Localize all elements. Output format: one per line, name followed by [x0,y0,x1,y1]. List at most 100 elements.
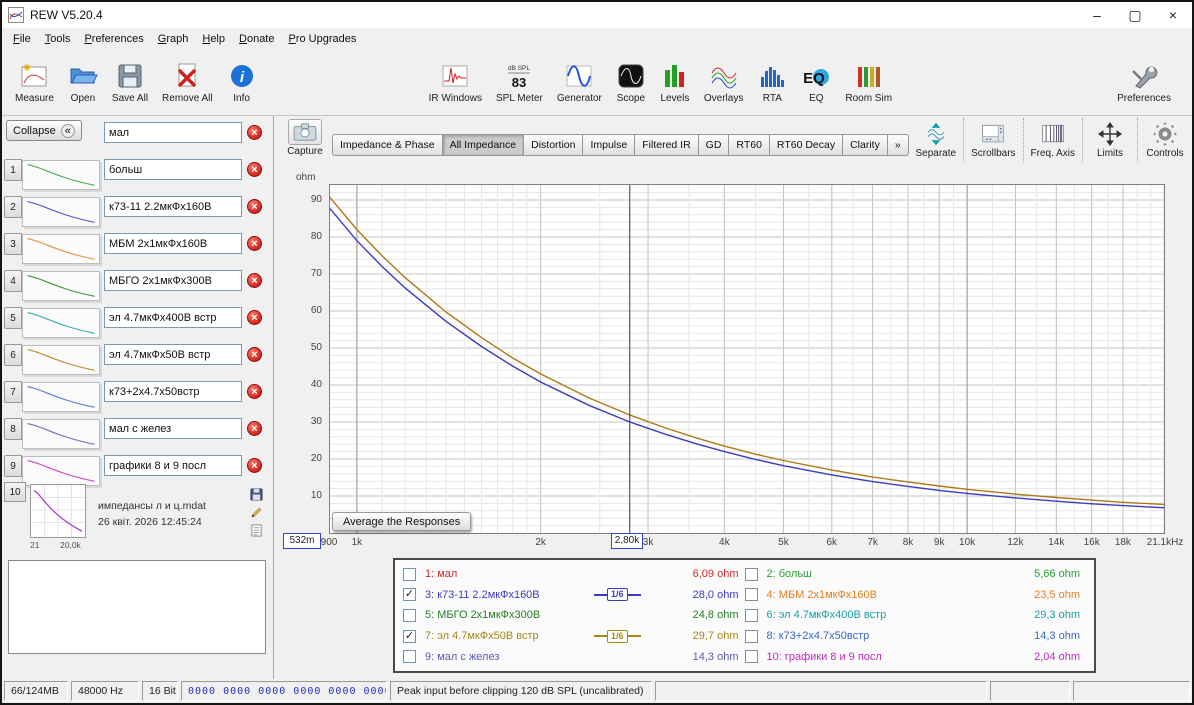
toolbar-spl-meter-button[interactable]: dB SPL 83 SPL Meter [489,58,550,107]
legend-checkbox[interactable] [744,588,758,602]
toolbar-info-button[interactable]: i Info [220,58,264,107]
delete-measurement-button[interactable]: × [247,384,262,399]
measurement-row-4: 3× [2,231,274,268]
graph-tab-impulse[interactable]: Impulse [583,134,636,156]
measurement-name-input[interactable] [104,196,242,217]
minimize-button[interactable]: – [1078,2,1116,28]
legend-checkbox[interactable] [403,567,416,581]
toolbar-room-sim-button[interactable]: Room Sim [838,58,899,107]
delete-measurement-button[interactable]: × [247,273,262,288]
measurement-name-input[interactable] [104,418,242,439]
menu-preferences[interactable]: Preferences [77,30,150,48]
measurement-name-input[interactable] [104,233,242,254]
graph-tab-filtered-ir[interactable]: Filtered IR [635,134,699,156]
measurement-tab-6[interactable]: 6 [4,344,22,366]
toolbar-ir-windows-button[interactable]: IR Windows [422,58,489,107]
average-responses-button[interactable]: Average the Responses [332,512,472,531]
graph-tab-impedance-phase[interactable]: Impedance & Phase [332,134,443,156]
measurement-tab-7[interactable]: 7 [4,381,22,403]
toolbar-measure-button[interactable]: Measure [8,58,61,107]
graph-tab-rt60[interactable]: RT60 [729,134,770,156]
impedance-plot[interactable] [329,184,1165,534]
rew-window: REW V5.20.4 – ▢ × File Tools Preferences Gr… [0,0,1194,705]
y-tick-30: 30 [310,416,322,427]
legend-checkbox[interactable] [744,567,758,581]
toolbar-ir-windows-label: IR Windows [428,93,482,104]
menu-pro-upgrades[interactable]: Pro Upgrades [281,30,363,48]
smoothing-indicator[interactable]: 1/6 [593,588,641,602]
measurement-tab-10[interactable]: 10 [4,482,26,502]
delete-measurement-button[interactable]: × [247,310,262,325]
maximize-button[interactable]: ▢ [1116,2,1154,28]
toolbar-save-all-button[interactable]: Save All [105,58,155,107]
graph-controls-button[interactable]: Controls [1142,121,1188,159]
graph-tab-distortion[interactable]: Distortion [524,134,584,156]
measurement-tab-2[interactable]: 2 [4,196,22,218]
measurement-name-input[interactable] [104,270,242,291]
close-button[interactable]: × [1154,2,1192,28]
measurement-tab-1[interactable]: 1 [4,159,22,181]
status-bar: 66/124MB 48000 Hz 16 Bit 0000 0000 0000 000… [2,679,1192,703]
measurement-tab-8[interactable]: 8 [4,418,22,440]
measurement-name-input[interactable] [104,159,242,180]
delete-measurement-button[interactable]: × [247,236,262,251]
menu-help[interactable]: Help [195,30,232,48]
legend-checkbox[interactable] [403,650,416,664]
legend-cursor-value: 24,8 ohm [692,609,739,622]
notes-icon[interactable] [250,524,263,537]
measurement-name-input[interactable] [104,455,242,476]
graph-limits-button[interactable]: Limits [1087,121,1133,159]
toolbar-preferences-button[interactable]: Preferences [1110,58,1178,107]
save-icon[interactable] [250,488,263,501]
legend-checkbox[interactable] [744,650,758,664]
toolbar-generator-button[interactable]: Generator [550,58,609,107]
pencil-icon[interactable] [250,506,263,519]
toolbar-levels-button[interactable]: Levels [653,58,697,107]
measurement-name-input[interactable] [104,307,242,328]
measurement-row-3: 2× [2,194,274,231]
legend-checkbox[interactable] [403,608,416,622]
menu-tools[interactable]: Tools [38,30,78,48]
graph-scrollbars-button[interactable]: Scrollbars [968,121,1018,159]
delete-measurement-button[interactable]: × [247,125,262,140]
x-tick-10k: 10k [959,537,976,548]
graph-tab-all-impedance[interactable]: All Impedance [442,134,525,156]
toolbar-rta-button[interactable]: RTA [750,58,794,107]
toolbar-eq-button[interactable]: EQ EQ [794,58,838,107]
delete-measurement-button[interactable]: × [247,162,262,177]
legend-checkbox[interactable] [744,629,758,643]
legend-checkbox[interactable] [744,608,758,622]
measurement-tab-5[interactable]: 5 [4,307,22,329]
measurement-tab-4[interactable]: 4 [4,270,22,292]
graph-freq-axis-button[interactable]: Freq. Axis [1028,121,1078,159]
graph-tab-item[interactable]: » [887,134,909,156]
graph-separate-button[interactable]: Separate [912,121,959,159]
toolbar-scope-button[interactable]: Scope [609,58,653,107]
graph-tab-clarity[interactable]: Clarity [843,134,888,156]
measurement-thumbnail [22,160,100,190]
measurement-name-input[interactable] [104,381,242,402]
menu-file[interactable]: File [6,30,38,48]
delete-measurement-button[interactable]: × [247,347,262,362]
notes-area[interactable] [8,560,266,654]
smoothing-indicator[interactable]: 1/6 [593,629,641,643]
measurement-name-input[interactable] [104,122,242,143]
toolbar-remove-all-button[interactable]: Remove All [155,58,220,107]
delete-measurement-button[interactable]: × [247,458,262,473]
measurement-tab-9[interactable]: 9 [4,455,22,477]
title-bar: REW V5.20.4 – ▢ × [2,2,1192,28]
svg-text:83: 83 [512,75,526,90]
measurement-name-input[interactable] [104,344,242,365]
graph-tab-rt60-decay[interactable]: RT60 Decay [769,134,844,156]
delete-measurement-button[interactable]: × [247,199,262,214]
delete-measurement-button[interactable]: × [247,421,262,436]
toolbar-open-button[interactable]: Open [61,58,105,107]
legend-checkbox[interactable]: ✓ [403,588,416,602]
capture-button[interactable]: Capture [282,119,328,157]
legend-checkbox[interactable]: ✓ [403,629,416,643]
menu-graph[interactable]: Graph [151,30,196,48]
menu-donate[interactable]: Donate [232,30,281,48]
measurement-tab-3[interactable]: 3 [4,233,22,255]
graph-tab-gd[interactable]: GD [698,134,730,156]
toolbar-overlays-button[interactable]: Overlays [697,58,750,107]
